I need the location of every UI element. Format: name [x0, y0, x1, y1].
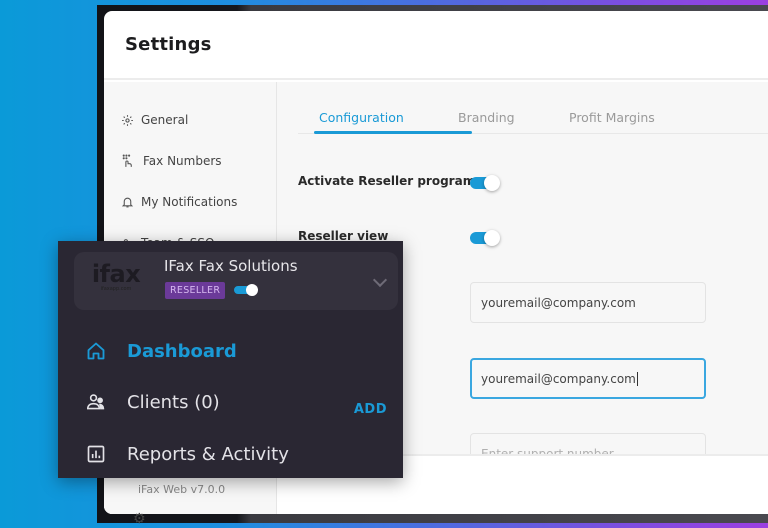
add-client-button[interactable]: ADD	[354, 402, 387, 417]
account-name: IFax Fax Solutions	[164, 257, 298, 275]
keypad-hand-icon	[120, 154, 134, 168]
tab-configuration[interactable]: Configuration	[314, 102, 472, 134]
activate-reseller-toggle[interactable]	[470, 175, 501, 191]
menu-label: Dashboard	[127, 340, 237, 362]
sidebar-item-label: Fax Numbers	[143, 154, 222, 168]
gear-icon[interactable]: ⚙	[133, 511, 146, 527]
activate-reseller-label: Activate Reseller program	[298, 174, 476, 188]
bell-icon	[120, 195, 134, 209]
reseller-mode-toggle[interactable]	[234, 283, 260, 297]
users-icon	[84, 390, 108, 414]
sidebar-item-label: General	[141, 113, 189, 127]
email-field-value: youremail@company.com	[481, 295, 636, 310]
tab-bar: Configuration Branding Profit Margins	[298, 102, 768, 134]
home-icon	[84, 339, 108, 363]
logo-text: ifax	[91, 260, 141, 288]
tab-branding[interactable]: Branding	[458, 102, 569, 133]
reseller-badge: RESELLER	[165, 282, 226, 299]
menu-item-clients[interactable]: Clients (0)	[84, 387, 394, 417]
menu-item-dashboard[interactable]: Dashboard	[84, 336, 394, 366]
reseller-view-toggle[interactable]	[470, 230, 501, 246]
version-label: iFax Web v7.0.0	[138, 483, 226, 496]
email-field-value: youremail@company.com	[481, 371, 636, 386]
gear-icon	[120, 113, 134, 127]
sidebar-item-general[interactable]: General	[120, 113, 188, 127]
menu-item-reports[interactable]: Reports & Activity	[84, 439, 394, 469]
tab-label: Profit Margins	[569, 110, 655, 125]
account-menu-panel: ifax ifaxapp.com IFax Fax Solutions RESE…	[58, 241, 403, 478]
email-field[interactable]: youremail@company.com	[470, 282, 706, 323]
page-title: Settings	[125, 34, 212, 55]
ifax-logo: ifax ifaxapp.com	[88, 262, 144, 293]
chart-icon	[84, 442, 108, 466]
tab-label: Configuration	[319, 110, 404, 125]
menu-label: Reports & Activity	[127, 443, 289, 465]
email-field-focused[interactable]: youremail@company.com	[470, 358, 706, 399]
tab-label: Branding	[458, 110, 515, 125]
sidebar-item-notifications[interactable]: My Notifications	[120, 195, 237, 209]
tab-profit-margins[interactable]: Profit Margins	[569, 102, 655, 133]
modal-header: Settings	[104, 11, 768, 80]
chevron-down-icon[interactable]	[372, 272, 388, 288]
sidebar-item-label: My Notifications	[141, 195, 238, 209]
account-switcher[interactable]: ifax ifaxapp.com IFax Fax Solutions RESE…	[74, 252, 398, 310]
sidebar-item-fax-numbers[interactable]: Fax Numbers	[120, 154, 222, 168]
text-cursor	[636, 371, 638, 386]
menu-label: Clients (0)	[127, 391, 220, 413]
